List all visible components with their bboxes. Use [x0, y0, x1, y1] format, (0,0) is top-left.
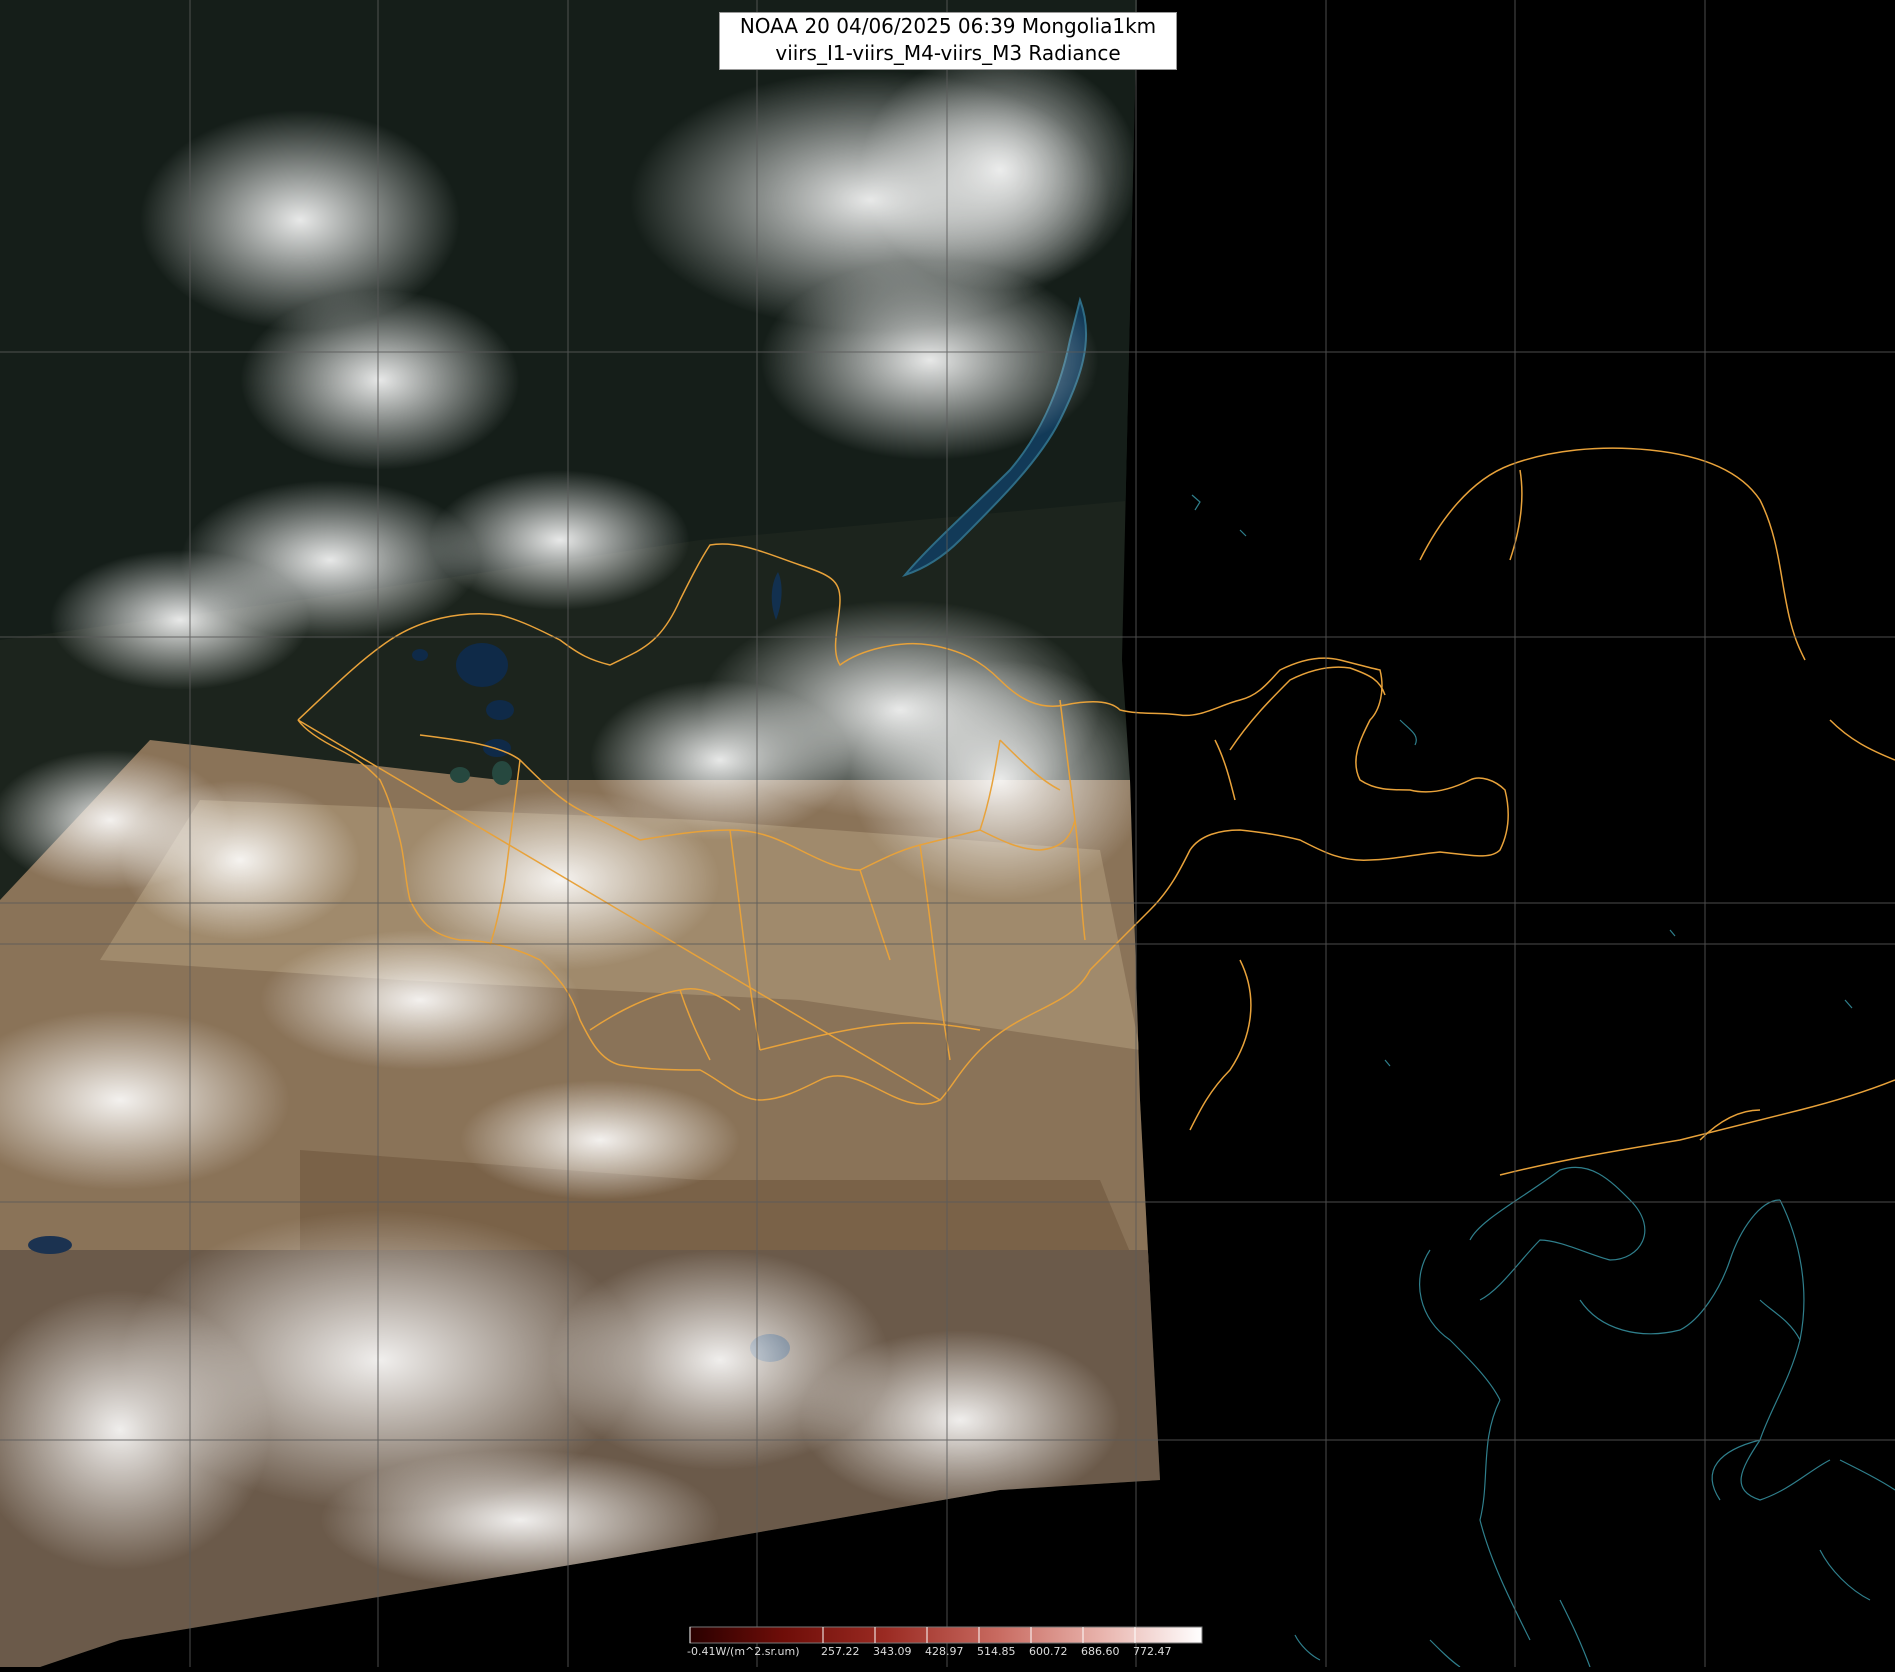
legend-tick-label: 686.60: [1081, 1645, 1120, 1658]
image-title-line1: NOAA 20 04/06/2025 06:39 Mongolia1km: [739, 14, 1157, 38]
legend-tick-label: 343.09: [873, 1645, 912, 1658]
legend-tick-label: 428.97: [925, 1645, 964, 1658]
legend-tick-label: 257.22: [821, 1645, 860, 1658]
legend-unit-label: -0.41W/(m^2.sr.um): [687, 1645, 800, 1658]
legend-tick-label: 772.47: [1133, 1645, 1172, 1658]
legend-labels: -0.41W/(m^2.sr.um) 257.22 343.09 428.97 …: [683, 1643, 1203, 1663]
satellite-map: [0, 0, 1895, 1668]
radiance-legend: [689, 1626, 1203, 1644]
satellite-image-viewer[interactable]: NOAA 20 04/06/2025 06:39 Mongolia1km vii…: [0, 0, 1895, 1668]
image-title-box: NOAA 20 04/06/2025 06:39 Mongolia1km vii…: [719, 12, 1177, 70]
legend-tick-label: 514.85: [977, 1645, 1016, 1658]
legend-tick-label: 600.72: [1029, 1645, 1068, 1658]
image-title-line2: viirs_I1-viirs_M4-viirs_M3 Radiance: [775, 41, 1121, 65]
legend-colorbar: [689, 1626, 1203, 1644]
